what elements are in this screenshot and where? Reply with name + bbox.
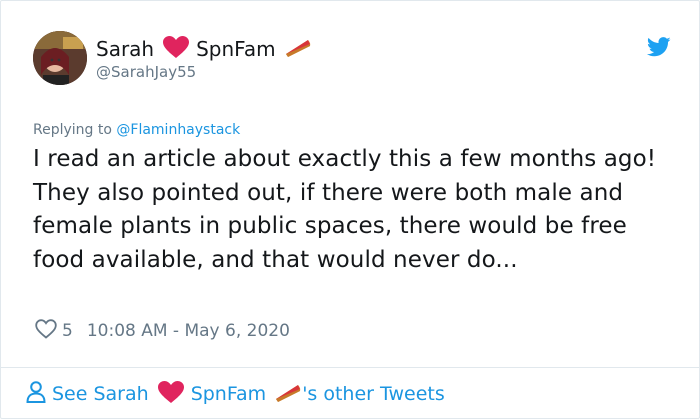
tweet-text-line-1: I read an article about exactly this a f… xyxy=(33,146,657,172)
pie-icon xyxy=(274,381,302,408)
author-handle[interactable]: @SarahJay55 xyxy=(96,63,196,81)
twitter-bird-icon[interactable] xyxy=(646,37,671,57)
tweet-header: Sarah SpnFam @SarahJay55 xyxy=(33,31,673,91)
heart-icon xyxy=(157,380,185,409)
see-more-suffix[interactable]: 's other Tweets xyxy=(302,383,445,405)
person-icon xyxy=(26,380,46,408)
replying-to: Replying to @Flaminhaystack xyxy=(33,122,240,138)
avatar[interactable] xyxy=(33,31,87,85)
replying-handle-link[interactable]: @Flaminhaystack xyxy=(116,122,240,138)
divider xyxy=(1,367,699,368)
tweet-timestamp[interactable]: 10:08 AM - May 6, 2020 xyxy=(87,321,290,341)
see-more-name2[interactable]: SpnFam xyxy=(191,383,267,405)
display-name-first[interactable]: Sarah xyxy=(96,37,154,61)
tweet-card: Sarah SpnFam @SarahJay55 Replying to @Fl… xyxy=(0,0,700,419)
like-count[interactable]: 5 xyxy=(62,321,73,341)
tweet-meta: 5 10:08 AM - May 6, 2020 xyxy=(35,318,290,344)
pie-icon xyxy=(284,36,312,62)
display-name-second[interactable]: SpnFam xyxy=(196,37,275,61)
tweet-text: I read an article about exactly this a f… xyxy=(33,143,673,277)
heart-icon xyxy=(162,35,190,63)
like-heart-icon[interactable] xyxy=(35,318,57,344)
tweet-text-line-2: They also pointed out, if there were bot… xyxy=(33,179,627,273)
display-name-row[interactable]: Sarah SpnFam xyxy=(96,35,312,63)
replying-prefix: Replying to xyxy=(33,122,117,138)
see-more-prefix[interactable]: See Sarah xyxy=(52,383,149,405)
see-other-tweets-link[interactable]: See Sarah SpnFam 's other Tweets xyxy=(26,379,445,409)
